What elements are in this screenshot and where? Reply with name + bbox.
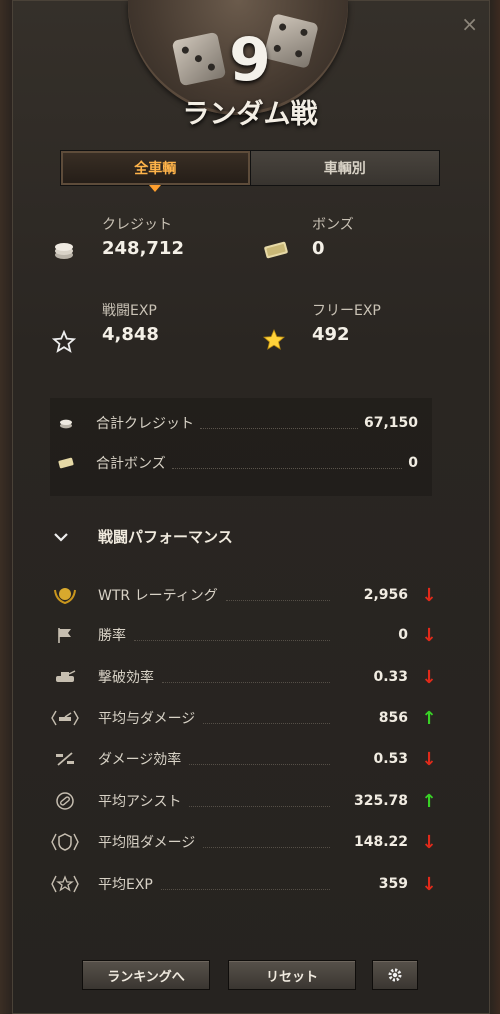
perf-label: 平均阻ダメージ xyxy=(98,835,196,851)
perf-row-avg-damage: 平均与ダメージ 856 ↑ xyxy=(50,705,442,731)
perf-value: 148.22 xyxy=(353,834,408,850)
perf-value: 0.53 xyxy=(373,751,408,767)
perf-row-kill-efficiency: 撃破効率 0.33 ↓ xyxy=(50,664,442,690)
perf-row-win-rate: 勝率 0 ↓ xyxy=(50,622,442,648)
perf-value: 2,956 xyxy=(363,587,408,603)
footer-bar: ランキングへ リセット xyxy=(12,948,490,1000)
perf-value: 856 xyxy=(378,710,408,726)
credits-icon xyxy=(55,243,73,259)
dotted-leader xyxy=(203,837,330,848)
tab-all-vehicles[interactable]: 全車輌 xyxy=(61,151,250,192)
bonds-value: 0 xyxy=(312,238,325,259)
dotted-leader xyxy=(162,672,330,683)
bonds-label: ボンズ xyxy=(312,217,354,233)
tab-by-vehicle[interactable]: 車輌別 xyxy=(249,151,439,185)
perf-label: 平均アシスト xyxy=(98,794,182,810)
perf-row-avg-exp: 平均EXP 359 ↓ xyxy=(50,871,442,897)
reset-button[interactable]: リセット xyxy=(228,960,356,990)
battle-exp-label: 戦闘EXP xyxy=(102,303,157,319)
ranking-button[interactable]: ランキングへ xyxy=(82,960,210,990)
dotted-leader xyxy=(189,796,330,807)
credits-label: クレジット xyxy=(102,217,172,233)
background-edge-right xyxy=(490,0,500,1014)
trend-down-icon: ↓ xyxy=(421,624,437,646)
total-credits-value: 67,150 xyxy=(363,415,418,431)
blocked-damage-icon xyxy=(50,832,80,852)
dotted-leader xyxy=(134,630,330,641)
star-outline-icon xyxy=(52,330,76,353)
battle-mode-title: ランダム戦 xyxy=(182,99,318,130)
trend-down-icon: ↓ xyxy=(421,666,437,688)
perf-row-damage-ratio: ダメージ効率 0.53 ↓ xyxy=(50,746,442,772)
total-credits-row: 合計クレジット 67,150 xyxy=(50,412,432,434)
total-bonds-label: 合計ボンズ xyxy=(96,456,166,472)
dotted-leader xyxy=(189,754,330,765)
damage-dealt-icon xyxy=(50,709,80,727)
chevron-down-icon xyxy=(54,527,76,546)
vehicle-tabs: 全車輌 車輌別 xyxy=(60,150,440,192)
credits-value: 248,712 xyxy=(102,238,184,259)
perf-label: ダメージ効率 xyxy=(98,752,182,768)
destroyed-tank-icon xyxy=(50,669,80,685)
total-credits-label: 合計クレジット xyxy=(96,416,194,432)
perf-label: 平均与ダメージ xyxy=(98,711,196,727)
star-gold-icon xyxy=(263,328,285,350)
battle-exp-value: 4,848 xyxy=(102,324,159,345)
perf-row-wtr: WTR レーティング 2,956 ↓ xyxy=(50,582,442,608)
battle-exp-stat: 戦闘EXP 4,848 xyxy=(102,300,159,345)
perf-row-avg-blocked: 平均阻ダメージ 148.22 ↓ xyxy=(50,829,442,855)
perf-value: 0 xyxy=(398,627,408,643)
perf-row-avg-assist: 平均アシスト 325.78 ↑ xyxy=(50,788,442,814)
total-bonds-value: 0 xyxy=(408,455,418,471)
tab-label: 車輌別 xyxy=(323,161,366,177)
total-bonds-row: 合計ボンズ 0 xyxy=(50,452,432,474)
perf-label: 平均EXP xyxy=(98,877,153,893)
trend-down-icon: ↓ xyxy=(421,748,437,770)
trend-down-icon: ↓ xyxy=(421,873,437,895)
bonds-icon xyxy=(56,456,76,470)
free-exp-label: フリーEXP xyxy=(312,303,381,319)
totals-box: 合計クレジット 67,150 合計ボンズ 0 xyxy=(50,398,432,496)
tab-label: 全車輌 xyxy=(134,161,177,177)
dotted-leader xyxy=(160,879,330,890)
credits-stat: クレジット 248,712 xyxy=(102,214,184,259)
perf-value: 0.33 xyxy=(373,669,408,685)
dotted-leader xyxy=(200,418,358,429)
credits-icon xyxy=(56,416,76,430)
battle-performance-toggle[interactable]: 戦闘パフォーマンス xyxy=(50,526,233,547)
perf-label: 勝率 xyxy=(98,628,126,644)
perf-value: 325.78 xyxy=(353,793,408,809)
dotted-leader xyxy=(225,590,330,601)
background-edge-left xyxy=(0,0,12,1014)
trend-down-icon: ↓ xyxy=(421,831,437,853)
avg-exp-icon xyxy=(50,874,80,894)
perf-value: 359 xyxy=(378,876,408,892)
flag-icon xyxy=(50,626,80,644)
dotted-leader xyxy=(171,458,403,469)
dotted-leader xyxy=(203,713,330,724)
bonds-icon xyxy=(264,241,288,259)
perf-label: 撃破効率 xyxy=(98,670,154,686)
battle-performance-title: 戦闘パフォーマンス xyxy=(98,528,233,546)
wtr-laurel-icon xyxy=(50,584,80,606)
settings-button[interactable] xyxy=(372,960,418,990)
free-exp-value: 492 xyxy=(312,324,350,345)
perf-label: WTR レーティング xyxy=(98,588,218,604)
damage-ratio-icon xyxy=(50,751,80,767)
bonds-stat: ボンズ 0 xyxy=(312,214,354,259)
assist-icon xyxy=(50,791,80,811)
gear-icon xyxy=(388,968,402,982)
trend-up-icon: ↑ xyxy=(421,790,437,812)
trend-up-icon: ↑ xyxy=(421,707,437,729)
trend-down-icon: ↓ xyxy=(421,584,437,606)
free-exp-stat: フリーEXP 492 xyxy=(312,300,381,345)
level-number: 9 xyxy=(229,25,271,95)
